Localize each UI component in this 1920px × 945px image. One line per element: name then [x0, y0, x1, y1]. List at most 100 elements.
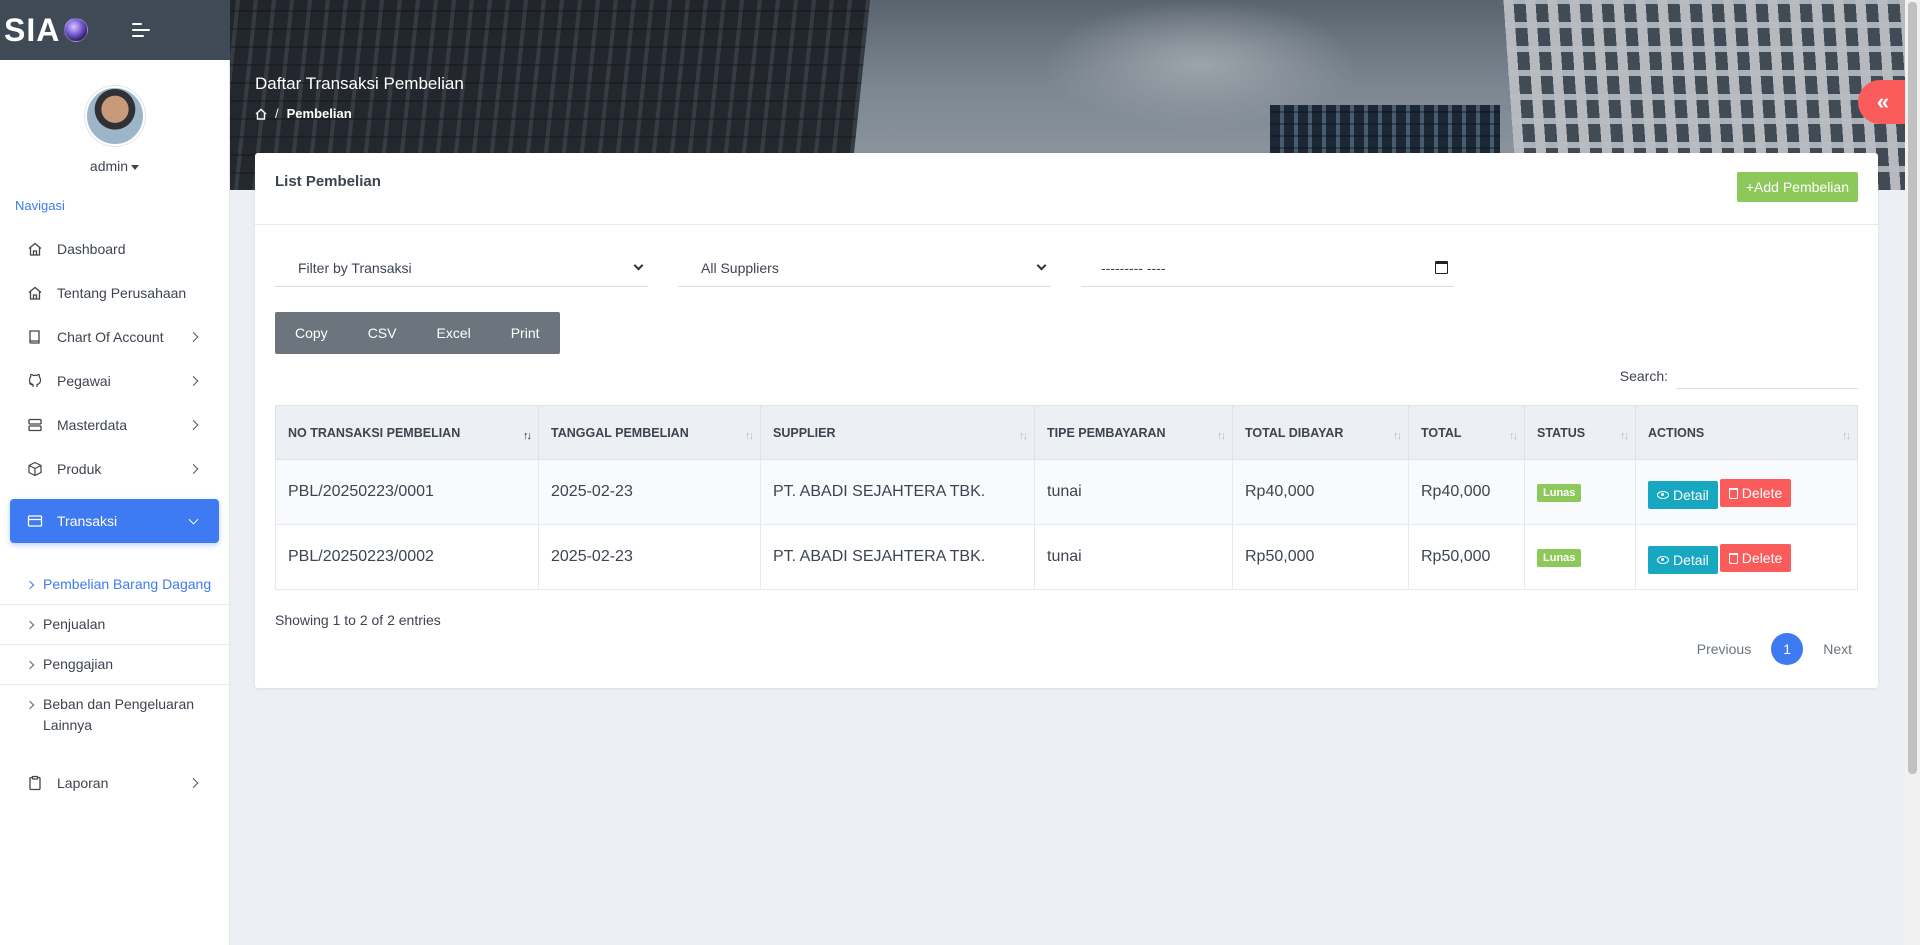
filter-date-value: --------- ----: [1101, 259, 1166, 276]
next-page-button[interactable]: Next: [1813, 635, 1862, 663]
submenu-item-penjualan[interactable]: Penjualan: [0, 605, 229, 645]
status-badge: Lunas: [1537, 548, 1582, 567]
avatar[interactable]: [84, 86, 145, 146]
cell-total: Rp40,000: [1408, 459, 1525, 525]
page-title: Daftar Transaksi Pembelian: [255, 74, 464, 93]
sidebar-item-masterdata[interactable]: Masterdata: [0, 403, 229, 447]
column-header-label: SUPPLIER: [773, 425, 836, 440]
sidebar-item-laporan[interactable]: Laporan: [0, 761, 229, 805]
column-header-tipe-pembayaran[interactable]: TIPE PEMBAYARAN ↑↓: [1034, 405, 1233, 460]
sidebar-item-label: Masterdata: [57, 417, 128, 433]
sort-icon: ↑↓: [1842, 430, 1851, 442]
sidebar-nav: Dashboard Tentang Perusahaan Chart Of Ac…: [0, 227, 229, 543]
cell-actions: Detail Delete: [1635, 459, 1858, 525]
sidebar: admin Navigasi Dashboard Tentang Perusah…: [0, 60, 230, 945]
chevron-right-icon: [25, 700, 35, 710]
column-header-label: ACTIONS: [1648, 425, 1705, 440]
submenu-item-label: Pembelian Barang Dagang: [43, 576, 212, 592]
page-scrollbar[interactable]: [1905, 0, 1920, 945]
sidebar-item-pegawai[interactable]: Pegawai: [0, 359, 229, 403]
column-header-tanggal[interactable]: TANGGAL PEMBELIAN ↑↓: [538, 405, 761, 460]
card-header: List Pembelian +Add Pembelian: [255, 153, 1878, 225]
submenu-item-label: Penjualan: [43, 616, 106, 632]
delete-button-label: Delete: [1741, 485, 1783, 502]
sort-icon: ↑↓: [523, 430, 532, 442]
clipboard-icon: [29, 775, 41, 791]
detail-button[interactable]: Detail: [1648, 480, 1718, 509]
sidebar-item-dashboard[interactable]: Dashboard: [0, 227, 229, 271]
table-row: PBL/20250223/0001 2025-02-23 PT. ABADI S…: [275, 459, 1858, 525]
excel-button[interactable]: Excel: [416, 312, 490, 354]
pagination: Previous 1 Next: [1687, 633, 1862, 665]
card-title: List Pembelian: [275, 173, 381, 190]
sidebar-item-produk[interactable]: Produk: [0, 447, 229, 491]
column-header-total[interactable]: TOTAL ↑↓: [1408, 405, 1525, 460]
chevron-right-icon: [25, 620, 35, 630]
detail-button-label: Detail: [1673, 486, 1709, 503]
sidebar-item-label: Dashboard: [57, 241, 126, 257]
column-header-label: NO TRANSAKSI PEMBELIAN: [288, 425, 461, 440]
submenu-item-pembelian-barang-dagang[interactable]: Pembelian Barang Dagang: [0, 565, 229, 605]
delete-button[interactable]: Delete: [1719, 479, 1792, 508]
collapse-panel-button[interactable]: «: [1858, 80, 1908, 124]
calendar-icon[interactable]: [1435, 261, 1448, 274]
home-icon[interactable]: [255, 108, 267, 120]
chevron-down-icon: [1036, 260, 1047, 271]
nav-section-label: Navigasi: [15, 198, 65, 213]
trash-icon: [1728, 552, 1738, 564]
filter-supplier-select[interactable]: All Suppliers: [678, 249, 1051, 287]
sort-icon: ↑↓: [745, 430, 754, 442]
cell-tanggal: 2025-02-23: [538, 459, 761, 525]
column-header-status[interactable]: STATUS ↑↓: [1524, 405, 1636, 460]
breadcrumb: / Pembelian: [255, 106, 352, 121]
transaksi-submenu: Pembelian Barang Dagang Penjualan Pengga…: [0, 565, 229, 745]
filter-date-input[interactable]: --------- ----: [1081, 249, 1454, 287]
detail-button[interactable]: Detail: [1648, 545, 1718, 574]
scrollbar-thumb[interactable]: [1908, 2, 1917, 774]
column-header-supplier[interactable]: SUPPLIER ↑↓: [760, 405, 1035, 460]
search-label: Search:: [1619, 368, 1668, 384]
search-input[interactable]: [1676, 363, 1858, 389]
submenu-item-penggajian[interactable]: Penggajian: [0, 645, 229, 685]
eye-icon: [1657, 490, 1669, 499]
sidebar-item-tentang-perusahaan[interactable]: Tentang Perusahaan: [0, 271, 229, 315]
sort-icon: ↑↓: [1019, 430, 1028, 442]
cell-total: Rp50,000: [1408, 524, 1525, 590]
chevron-right-icon: [188, 464, 199, 474]
copy-button[interactable]: Copy: [275, 312, 348, 354]
page-button-current[interactable]: 1: [1771, 633, 1804, 665]
column-header-total-dibayar[interactable]: TOTAL DIBAYAR ↑↓: [1232, 405, 1409, 460]
cell-status: Lunas: [1524, 524, 1636, 590]
list-pembelian-card: List Pembelian +Add Pembelian Filter by …: [255, 153, 1878, 688]
menu-toggle-icon[interactable]: [132, 23, 151, 37]
print-button[interactable]: Print: [491, 312, 560, 354]
sidebar-item-transaksi[interactable]: Transaksi: [10, 499, 219, 543]
github-icon: [28, 373, 42, 387]
column-header-actions[interactable]: ACTIONS ↑↓: [1635, 405, 1858, 460]
app-logo[interactable]: SIA: [4, 12, 60, 49]
cell-status: Lunas: [1524, 459, 1636, 525]
filter-transaksi-select[interactable]: Filter by Transaksi: [275, 249, 648, 287]
sidebar-item-label: Laporan: [57, 775, 109, 791]
server-icon: [28, 418, 42, 432]
previous-page-button[interactable]: Previous: [1687, 635, 1761, 663]
column-header-label: STATUS: [1537, 425, 1586, 440]
sidebar-item-chart-of-account[interactable]: Chart Of Account: [0, 315, 229, 359]
column-header-no-transaksi[interactable]: NO TRANSAKSI PEMBELIAN ↑↓: [275, 405, 539, 460]
submenu-item-beban-pengeluaran[interactable]: Beban dan Pengeluaran Lainnya: [0, 685, 229, 745]
cell-supplier: PT. ABADI SEJAHTERA TBK.: [760, 459, 1035, 525]
chevron-right-icon: [188, 420, 199, 430]
double-chevron-left-icon: «: [1876, 89, 1890, 114]
chevron-right-icon: [188, 332, 199, 342]
csv-button[interactable]: CSV: [348, 312, 417, 354]
sort-icon: ↑↓: [1509, 430, 1518, 442]
chevron-right-icon: [25, 580, 35, 590]
delete-button[interactable]: Delete: [1719, 544, 1792, 573]
user-menu[interactable]: admin: [0, 158, 229, 174]
table-header-row: NO TRANSAKSI PEMBELIAN ↑↓ TANGGAL PEMBELI…: [275, 405, 1858, 460]
breadcrumb-separator: /: [275, 106, 279, 121]
add-pembelian-button[interactable]: +Add Pembelian: [1736, 172, 1858, 202]
box-icon: [28, 461, 42, 477]
filter-transaksi-value: Filter by Transaksi: [298, 259, 412, 276]
eye-icon: [1657, 555, 1669, 564]
